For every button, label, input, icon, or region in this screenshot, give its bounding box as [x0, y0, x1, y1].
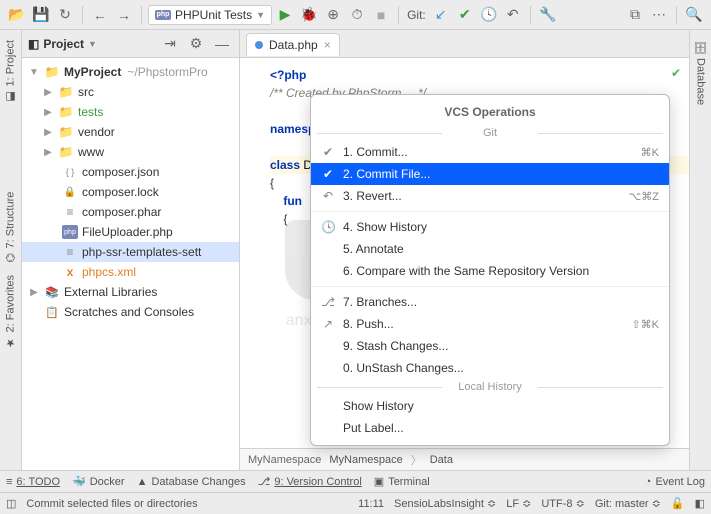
tree-file-php-ssr[interactable]: php-ssr-templates-sett [22, 242, 239, 262]
popup-compare[interactable]: 6. Compare with the Same Repository Vers… [311, 260, 669, 282]
vcs-operations-popup: VCS Operations Git ✔1. Commit...⌘K ✔2. C… [310, 94, 670, 446]
popup-commit[interactable]: ✔1. Commit...⌘K [311, 141, 669, 163]
history-icon[interactable]: 🕓 [478, 4, 500, 26]
run-icon[interactable]: ▶ [274, 4, 296, 26]
tree-file-composer-phar[interactable]: composer.phar [22, 202, 239, 222]
tree-file-composer-lock[interactable]: composer.lock [22, 182, 239, 202]
tab-terminal[interactable]: ▣ Terminal [374, 475, 430, 488]
editor-tabs: Data.php × [240, 30, 689, 58]
editor-tab-data-php[interactable]: Data.php × [246, 33, 340, 56]
profile-icon[interactable]: ⏱ [346, 4, 368, 26]
popup-local-put-label[interactable]: Put Label... [311, 417, 669, 439]
git-label: Git: [407, 8, 426, 22]
status-git-branch[interactable]: Git: master ≎ [595, 497, 661, 510]
tree-folder-www[interactable]: 📁www [22, 142, 239, 162]
status-lock-icon[interactable]: 🔓 [671, 497, 685, 510]
status-caret-pos[interactable]: 11:11 [358, 498, 384, 510]
sidebar-favorites-tab[interactable]: ★2: Favorites [2, 269, 19, 355]
bottom-tool-tabs: ≡ 6: TODO 🐳 Docker ▲ Database Changes ⎇ … [0, 470, 711, 492]
popup-push[interactable]: ↗8. Push...⇧⌘K [311, 313, 669, 335]
popup-title: VCS Operations [311, 101, 669, 125]
tab-todo[interactable]: ≡ 6: TODO [6, 476, 60, 488]
popup-show-history[interactable]: 🕓4. Show History [311, 216, 669, 238]
tree-file-composer-json[interactable]: composer.json [22, 162, 239, 182]
tree-file-phpcs-xml[interactable]: phpcs.xml [22, 262, 239, 282]
breadcrumb-ns[interactable]: MyNamespace [248, 454, 321, 466]
chevron-down-icon: ▼ [256, 10, 265, 20]
coverage-icon[interactable]: ⊕ [322, 4, 344, 26]
project-panel: ◧ Project ▼ ⇥ ⚙ — 📁MyProject~/PhpstormPr… [22, 30, 240, 470]
update-icon[interactable]: ↙ [430, 4, 452, 26]
tree-external-libraries[interactable]: External Libraries [22, 282, 239, 302]
tab-docker[interactable]: 🐳 Docker [72, 475, 125, 488]
status-overlay-icon[interactable]: ◧ [695, 497, 705, 510]
tree-root[interactable]: 📁MyProject~/PhpstormPro [22, 62, 239, 82]
hide-icon[interactable]: — [211, 33, 233, 55]
popup-unstash[interactable]: 0. UnStash Changes... [311, 357, 669, 379]
popup-local-show-history[interactable]: Show History [311, 395, 669, 417]
tree-folder-vendor[interactable]: 📁vendor [22, 122, 239, 142]
debug-icon[interactable]: 🐞 [298, 4, 320, 26]
popup-branches[interactable]: ⎇7. Branches... [311, 291, 669, 313]
sidebar-structure-tab[interactable]: ⌬7: Structure [2, 186, 19, 268]
run-config-label: PHPUnit Tests [175, 8, 252, 22]
back-icon[interactable]: ← [89, 4, 111, 26]
tab-version-control[interactable]: ⎇ 9: Version Control [258, 475, 362, 488]
popup-section-local: Local History [311, 379, 669, 395]
popup-revert[interactable]: ↶3. Revert...⌥⌘Z [311, 185, 669, 207]
tab-event-log[interactable]: ◔ Event Log [645, 476, 705, 488]
breadcrumb-class[interactable]: Data [430, 454, 453, 466]
tree-scratches[interactable]: Scratches and Consoles [22, 302, 239, 322]
project-tree: 📁MyProject~/PhpstormPro 📁src 📁tests 📁ven… [22, 58, 239, 470]
tab-db-changes[interactable]: ▲ Database Changes [137, 476, 246, 488]
project-panel-header: ◧ Project ▼ ⇥ ⚙ — [22, 30, 239, 58]
settings-icon[interactable]: 🔧 [537, 4, 559, 26]
status-sensio[interactable]: SensioLabsInsight ≎ [394, 497, 496, 510]
tree-file-fileuploader[interactable]: phpFileUploader.php [22, 222, 239, 242]
tab-label: Data.php [269, 38, 318, 52]
status-bar: ◫ Commit selected files or directories 1… [0, 492, 711, 514]
commit-icon[interactable]: ✔ [454, 4, 476, 26]
stop-icon[interactable]: ■ [370, 4, 392, 26]
main-toolbar: 📂 💾 ↻ ← → php PHPUnit Tests ▼ ▶ 🐞 ⊕ ⏱ ■ … [0, 0, 711, 30]
sidebar-database-tab[interactable]: 🗄Database [692, 34, 709, 111]
run-configuration-selector[interactable]: php PHPUnit Tests ▼ [148, 5, 272, 25]
save-icon[interactable]: 💾 [30, 4, 52, 26]
status-message: Commit selected files or directories [26, 498, 197, 510]
status-line-sep[interactable]: LF ≎ [506, 497, 531, 510]
php-icon: php [155, 10, 171, 20]
file-type-icon [255, 41, 263, 49]
status-window-icon[interactable]: ◫ [6, 497, 16, 510]
popup-annotate[interactable]: 5. Annotate [311, 238, 669, 260]
search-icon[interactable]: 🔍 [683, 4, 705, 26]
close-tab-icon[interactable]: × [324, 38, 331, 52]
tree-folder-src[interactable]: 📁src [22, 82, 239, 102]
open-icon[interactable]: 📂 [6, 4, 28, 26]
right-gutter: 🗄Database [689, 30, 711, 470]
popup-stash[interactable]: 9. Stash Changes... [311, 335, 669, 357]
tree-folder-tests[interactable]: 📁tests [22, 102, 239, 122]
popup-section-git: Git [311, 125, 669, 141]
forward-icon[interactable]: → [113, 4, 135, 26]
left-gutter: ◧1: Project ⌬7: Structure ★2: Favorites [0, 30, 22, 470]
popup-commit-file[interactable]: ✔2. Commit File... [311, 163, 669, 185]
sidebar-project-tab[interactable]: ◧1: Project [2, 34, 19, 109]
panel-title[interactable]: ◧ Project ▼ [28, 37, 97, 51]
ide-menu-icon[interactable]: ⋯ [648, 4, 670, 26]
ide-split-icon[interactable]: ⧉ [624, 4, 646, 26]
inspection-ok-icon: ✔ [671, 64, 681, 82]
breadcrumb: MyNamespaceMyNamespace 〉 Data [240, 448, 689, 470]
refresh-icon[interactable]: ↻ [54, 4, 76, 26]
rollback-icon[interactable]: ↶ [502, 4, 524, 26]
gear-icon[interactable]: ⚙ [185, 33, 207, 55]
collapse-icon[interactable]: ⇥ [159, 33, 181, 55]
status-encoding[interactable]: UTF-8 ≎ [541, 497, 584, 510]
